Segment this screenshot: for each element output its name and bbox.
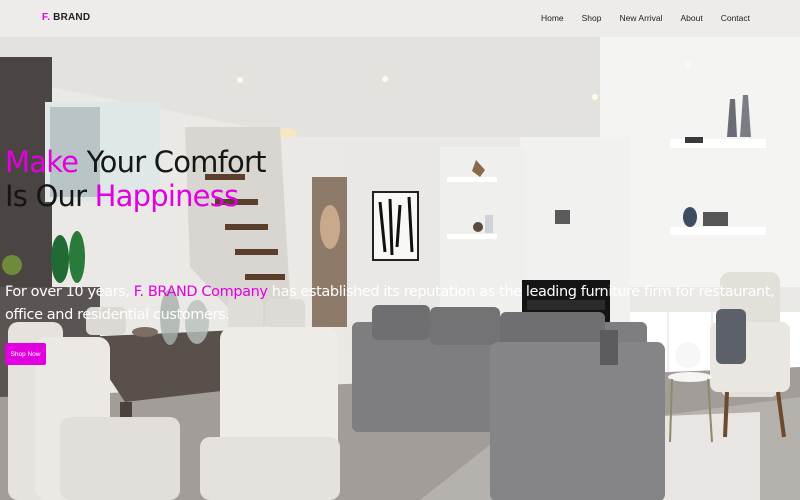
headline-text-2: Is Our [5, 179, 95, 213]
nav-shop[interactable]: Shop [582, 13, 602, 23]
nav-contact[interactable]: Contact [721, 13, 750, 23]
brand-name: BRAND [50, 12, 91, 23]
headline-line-1: Make Your Comfort [5, 145, 266, 179]
nav-home[interactable]: Home [541, 13, 564, 23]
description-brand: F. BRAND Company [133, 284, 268, 300]
brand-prefix: F. [42, 12, 51, 23]
headline-text-1: Your Comfort [78, 145, 267, 179]
hero-headline: Make Your Comfort Is Our Happiness [5, 145, 266, 213]
hero-background-image [0, 37, 800, 500]
description-start: For over 10 years, [5, 284, 134, 300]
nav-new-arrival[interactable]: New Arrival [620, 13, 663, 23]
navbar: F. BRAND Home Shop New Arrival About Con… [0, 0, 800, 37]
main-nav: Home Shop New Arrival About Contact [523, 13, 750, 23]
nav-about[interactable]: About [680, 13, 702, 23]
headline-highlight-make: Make [5, 145, 79, 179]
shop-now-button[interactable]: Shop Now [5, 343, 46, 365]
headline-line-2: Is Our Happiness [5, 179, 266, 213]
headline-highlight-happiness: Happiness [94, 179, 240, 213]
hero-section: Make Your Comfort Is Our Happiness For o… [0, 37, 800, 500]
brand-logo[interactable]: F. BRAND [42, 12, 90, 23]
hero-description: For over 10 years, F. BRAND Company has … [5, 281, 790, 327]
